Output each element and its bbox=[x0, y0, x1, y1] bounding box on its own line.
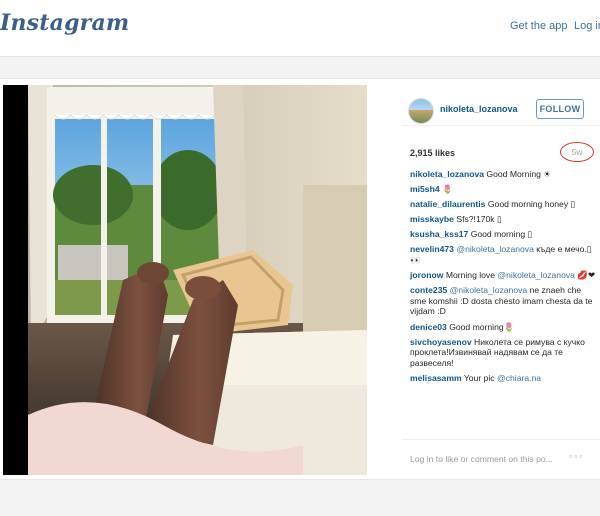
timestamp-badge[interactable]: 5w bbox=[560, 142, 594, 162]
comment-item: natalie_dilaurentis Good morning honey ▯ bbox=[410, 199, 596, 210]
comment-item: misskaybe Sfs?!170k ▯ bbox=[410, 214, 596, 225]
comment-item: sivchoyasenov Николета се римува с кучко… bbox=[410, 337, 596, 369]
comment-text: Good Morning ☀ bbox=[486, 169, 551, 179]
post-card: nikoleta_lozanova FOLLOW 2,915 likes 5w … bbox=[0, 78, 600, 480]
comment-item: nikoleta_lozanova Good Morning ☀ bbox=[410, 169, 596, 180]
post-footer: Log in to like or comment on this po... … bbox=[402, 439, 600, 480]
instagram-logo[interactable]: Instagram bbox=[0, 10, 129, 36]
likes-count[interactable]: 2,915 likes bbox=[410, 148, 455, 158]
comment-item: nevelin473 @nikoleta_lozanova къде е меч… bbox=[410, 244, 596, 265]
username-link[interactable]: nikoleta_lozanova bbox=[440, 104, 518, 114]
follow-button[interactable]: FOLLOW bbox=[536, 99, 584, 119]
comment-mention[interactable]: @nikoleta_lozanova bbox=[450, 285, 528, 295]
post-header: nikoleta_lozanova FOLLOW bbox=[402, 79, 600, 126]
get-the-app-link[interactable]: Get the app bbox=[510, 20, 568, 32]
post-sidebar: nikoleta_lozanova FOLLOW 2,915 likes 5w … bbox=[402, 79, 600, 479]
comment-mention[interactable]: @chiara.na bbox=[497, 373, 541, 383]
comment-username[interactable]: misskaybe bbox=[410, 214, 454, 224]
comment-username[interactable]: nikoleta_lozanova bbox=[410, 169, 484, 179]
comment-username[interactable]: denice03 bbox=[410, 322, 447, 332]
log-in-link[interactable]: Log in bbox=[574, 20, 600, 32]
comment-mention[interactable]: @nikoleta_lozanova bbox=[497, 270, 575, 280]
comment-text: Your pic bbox=[463, 372, 495, 383]
comment-mention[interactable]: @nikoleta_lozanova bbox=[456, 244, 534, 254]
comment-username[interactable]: nevelin473 bbox=[410, 244, 454, 254]
comment-username[interactable]: ksusha_kss17 bbox=[410, 229, 468, 239]
top-bar: Instagram Get the app Log in bbox=[0, 0, 600, 57]
comment-item: conte235 @nikoleta_lozanova ne znaeh che… bbox=[410, 285, 596, 317]
comment-item: mi5sh4 🌷 bbox=[410, 184, 596, 195]
comment-username[interactable]: mi5sh4 bbox=[410, 184, 440, 194]
comment-username[interactable]: conte235 bbox=[410, 285, 447, 295]
comment-item: joronow Morning love @nikoleta_lozanova … bbox=[410, 270, 596, 281]
comment-item: ksusha_kss17 Good morning ▯ bbox=[410, 229, 596, 240]
login-to-comment-link[interactable]: Log in to like or comment on this po... bbox=[410, 454, 553, 464]
comment-item: melisasamm Your pic @chiara.na bbox=[410, 373, 596, 384]
more-options-icon[interactable]: ◦◦◦ bbox=[569, 451, 584, 463]
comment-username[interactable]: sivchoyasenov bbox=[410, 337, 472, 347]
post-photo-illustration bbox=[3, 85, 367, 475]
comment-text: Good morning🌷 bbox=[449, 321, 515, 332]
comment-text-suffix: 💋❤ bbox=[577, 270, 596, 281]
comment-text: Good morning honey ▯ bbox=[487, 199, 576, 210]
comment-text: Morning love bbox=[445, 270, 496, 281]
comment-text: Good morning ▯ bbox=[470, 229, 533, 240]
comment-text: Sfs?!170k ▯ bbox=[456, 214, 502, 225]
comment-item: denice03 Good morning🌷 bbox=[410, 322, 596, 333]
avatar[interactable] bbox=[408, 98, 434, 124]
comment-username[interactable]: joronow bbox=[410, 270, 443, 280]
comment-list: nikoleta_lozanova Good Morning ☀ mi5sh4 … bbox=[410, 169, 596, 388]
comment-username[interactable]: melisasamm bbox=[410, 373, 462, 383]
comment-username[interactable]: natalie_dilaurentis bbox=[410, 199, 485, 209]
comment-text: 🌷 bbox=[442, 184, 453, 195]
post-photo[interactable] bbox=[3, 85, 367, 475]
